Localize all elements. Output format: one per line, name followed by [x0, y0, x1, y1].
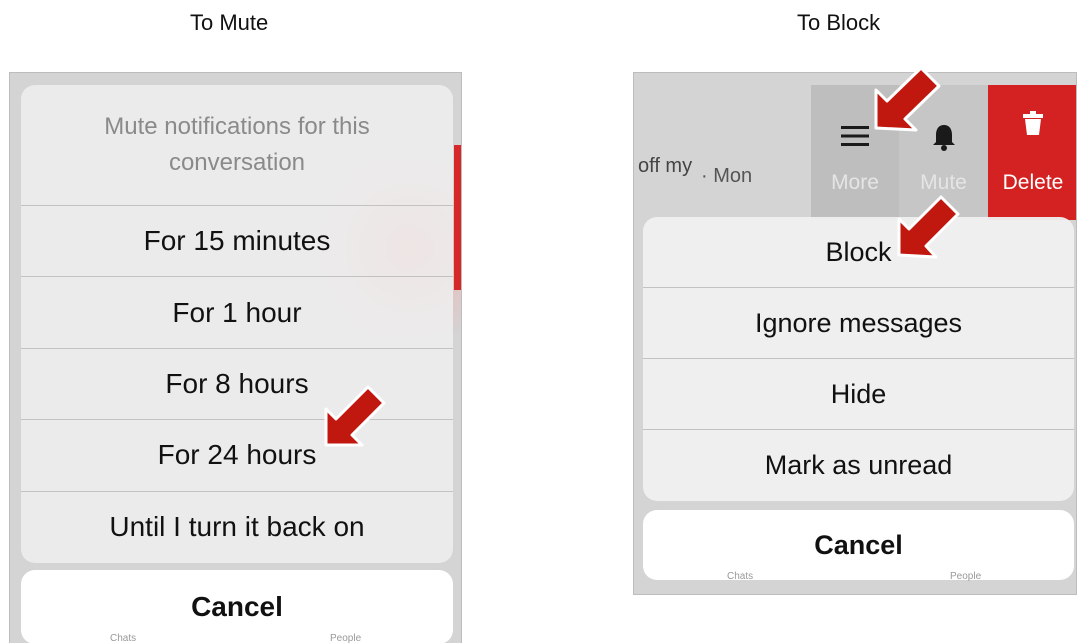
- mute-action-sheet: Mute notifications for this conversation…: [21, 85, 453, 563]
- mute-sheet-title: Mute notifications for this conversation: [104, 113, 370, 176]
- block-option-ignore-messages[interactable]: Ignore messages: [643, 288, 1074, 359]
- mute-option-8-hours[interactable]: For 8 hours: [21, 349, 453, 421]
- annotation-arrow-icon: [324, 385, 386, 447]
- tab-people[interactable]: People: [950, 571, 981, 582]
- block-option-hide[interactable]: Hide: [643, 359, 1074, 430]
- mute-screenshot-panel: Mute notifications for this conversation…: [9, 72, 462, 643]
- caption-to-block: To Block: [797, 10, 881, 35]
- tab-people[interactable]: People: [330, 633, 361, 643]
- mute-option-until-turned-on[interactable]: Until I turn it back on: [21, 492, 453, 563]
- mute-sheet-header: Mute notifications for this conversation: [21, 85, 453, 206]
- mute-option-24-hours[interactable]: For 24 hours: [21, 420, 453, 492]
- tab-chats[interactable]: Chats: [110, 633, 136, 643]
- block-option-mark-unread[interactable]: Mark as unread: [643, 430, 1074, 501]
- block-action-sheet: Block Ignore messages Hide Mark as unrea…: [643, 217, 1074, 501]
- block-screenshot-panel: off my · Mon More Mute Delete Block Igno…: [633, 72, 1077, 595]
- caption-to-mute: To Mute: [190, 10, 269, 35]
- swipe-delete-label: Delete: [1002, 171, 1064, 194]
- trash-icon: [1023, 111, 1043, 135]
- block-cancel-button[interactable]: Cancel: [643, 510, 1074, 580]
- annotation-arrow-icon: [874, 66, 941, 132]
- conversation-preview-time: · Mon: [701, 165, 753, 187]
- hamburger-menu-icon: [841, 126, 869, 146]
- annotation-arrow-icon: [897, 195, 960, 259]
- conversation-preview-text: off my: [638, 155, 693, 177]
- background-red-edge: [454, 145, 461, 290]
- block-option-block[interactable]: Block: [643, 217, 1074, 288]
- swipe-mute-label: Mute: [920, 171, 967, 194]
- swipe-more-label: More: [831, 171, 879, 194]
- mute-option-15-minutes[interactable]: For 15 minutes: [21, 206, 453, 278]
- tab-chats[interactable]: Chats: [727, 571, 753, 582]
- swipe-delete-button[interactable]: Delete: [988, 85, 1076, 220]
- mute-option-1-hour[interactable]: For 1 hour: [21, 277, 453, 349]
- mute-cancel-button[interactable]: Cancel: [21, 570, 453, 643]
